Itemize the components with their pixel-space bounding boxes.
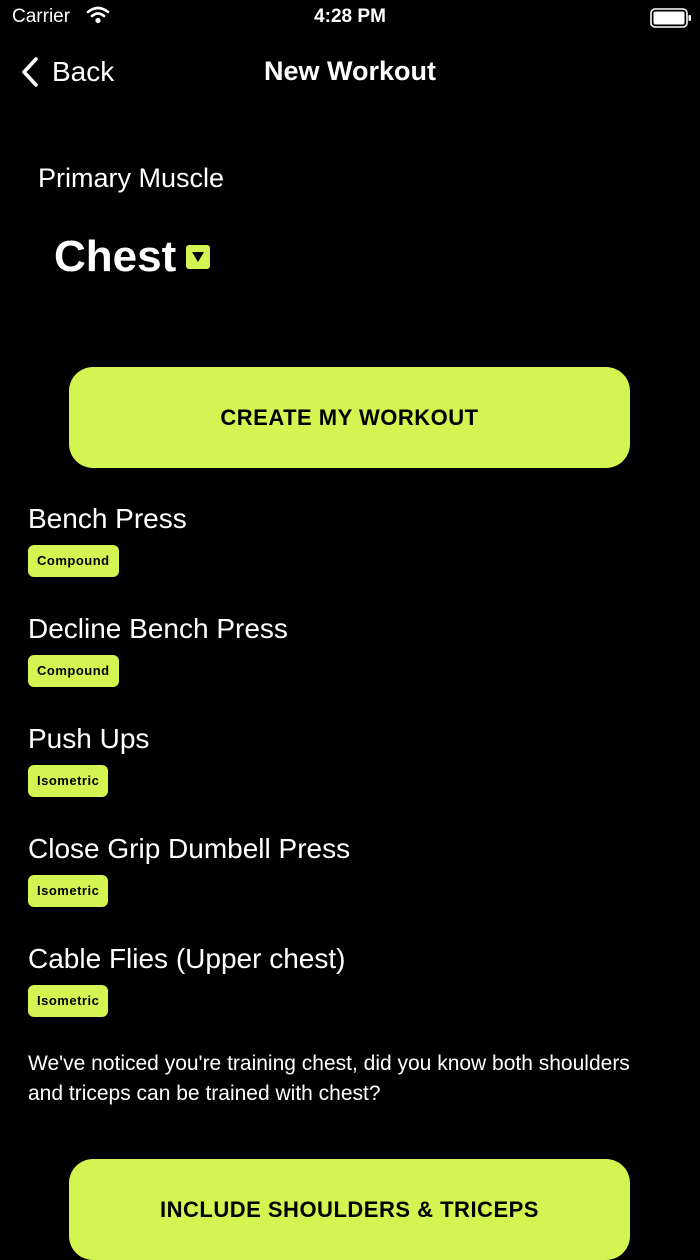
include-shoulders-triceps-button[interactable]: INCLUDE SHOULDERS & TRICEPS: [69, 1159, 630, 1260]
exercise-type-badge: Isometric: [28, 985, 109, 1017]
exercise-name: Push Ups: [28, 723, 150, 754]
page-title: New Workout: [263, 56, 436, 86]
exercise-type-badge: Compound: [28, 545, 119, 577]
exercise-type-badge: Isometric: [28, 875, 109, 907]
primary-muscle-label: Primary Muscle: [38, 163, 225, 193]
exercise-list: Bench Press Compound Decline Bench Press…: [28, 500, 668, 1050]
primary-muscle-select[interactable]: Chest: [54, 232, 211, 282]
battery-icon: [650, 8, 692, 33]
exercise-type-badge: Compound: [28, 655, 119, 687]
exercise-type-badge: Isometric: [28, 765, 109, 797]
exercise-item: Cable Flies (Upper chest) Isometric: [28, 940, 668, 1050]
nav-bar: Back New Workout: [0, 44, 700, 100]
exercise-item: Decline Bench Press Compound: [28, 610, 668, 720]
exercise-item: Close Grip Dumbell Press Isometric: [28, 830, 668, 940]
primary-muscle-value: Chest: [54, 232, 177, 281]
dropdown-arrow-icon: [186, 245, 211, 269]
exercise-name: Close Grip Dumbell Press: [28, 833, 351, 864]
exercise-item: Bench Press Compound: [28, 500, 668, 610]
create-workout-button[interactable]: CREATE MY WORKOUT: [69, 367, 630, 468]
exercise-name: Decline Bench Press: [28, 613, 288, 644]
status-time: 4:28 PM: [314, 6, 386, 27]
exercise-name: Bench Press: [28, 503, 187, 534]
exercise-item: Push Ups Isometric: [28, 720, 668, 830]
status-bar: Carrier 4:28 PM: [0, 0, 700, 36]
exercise-name: Cable Flies (Upper chest): [28, 943, 346, 974]
suggestion-text: We've noticed you're training chest, did…: [28, 1052, 630, 1105]
